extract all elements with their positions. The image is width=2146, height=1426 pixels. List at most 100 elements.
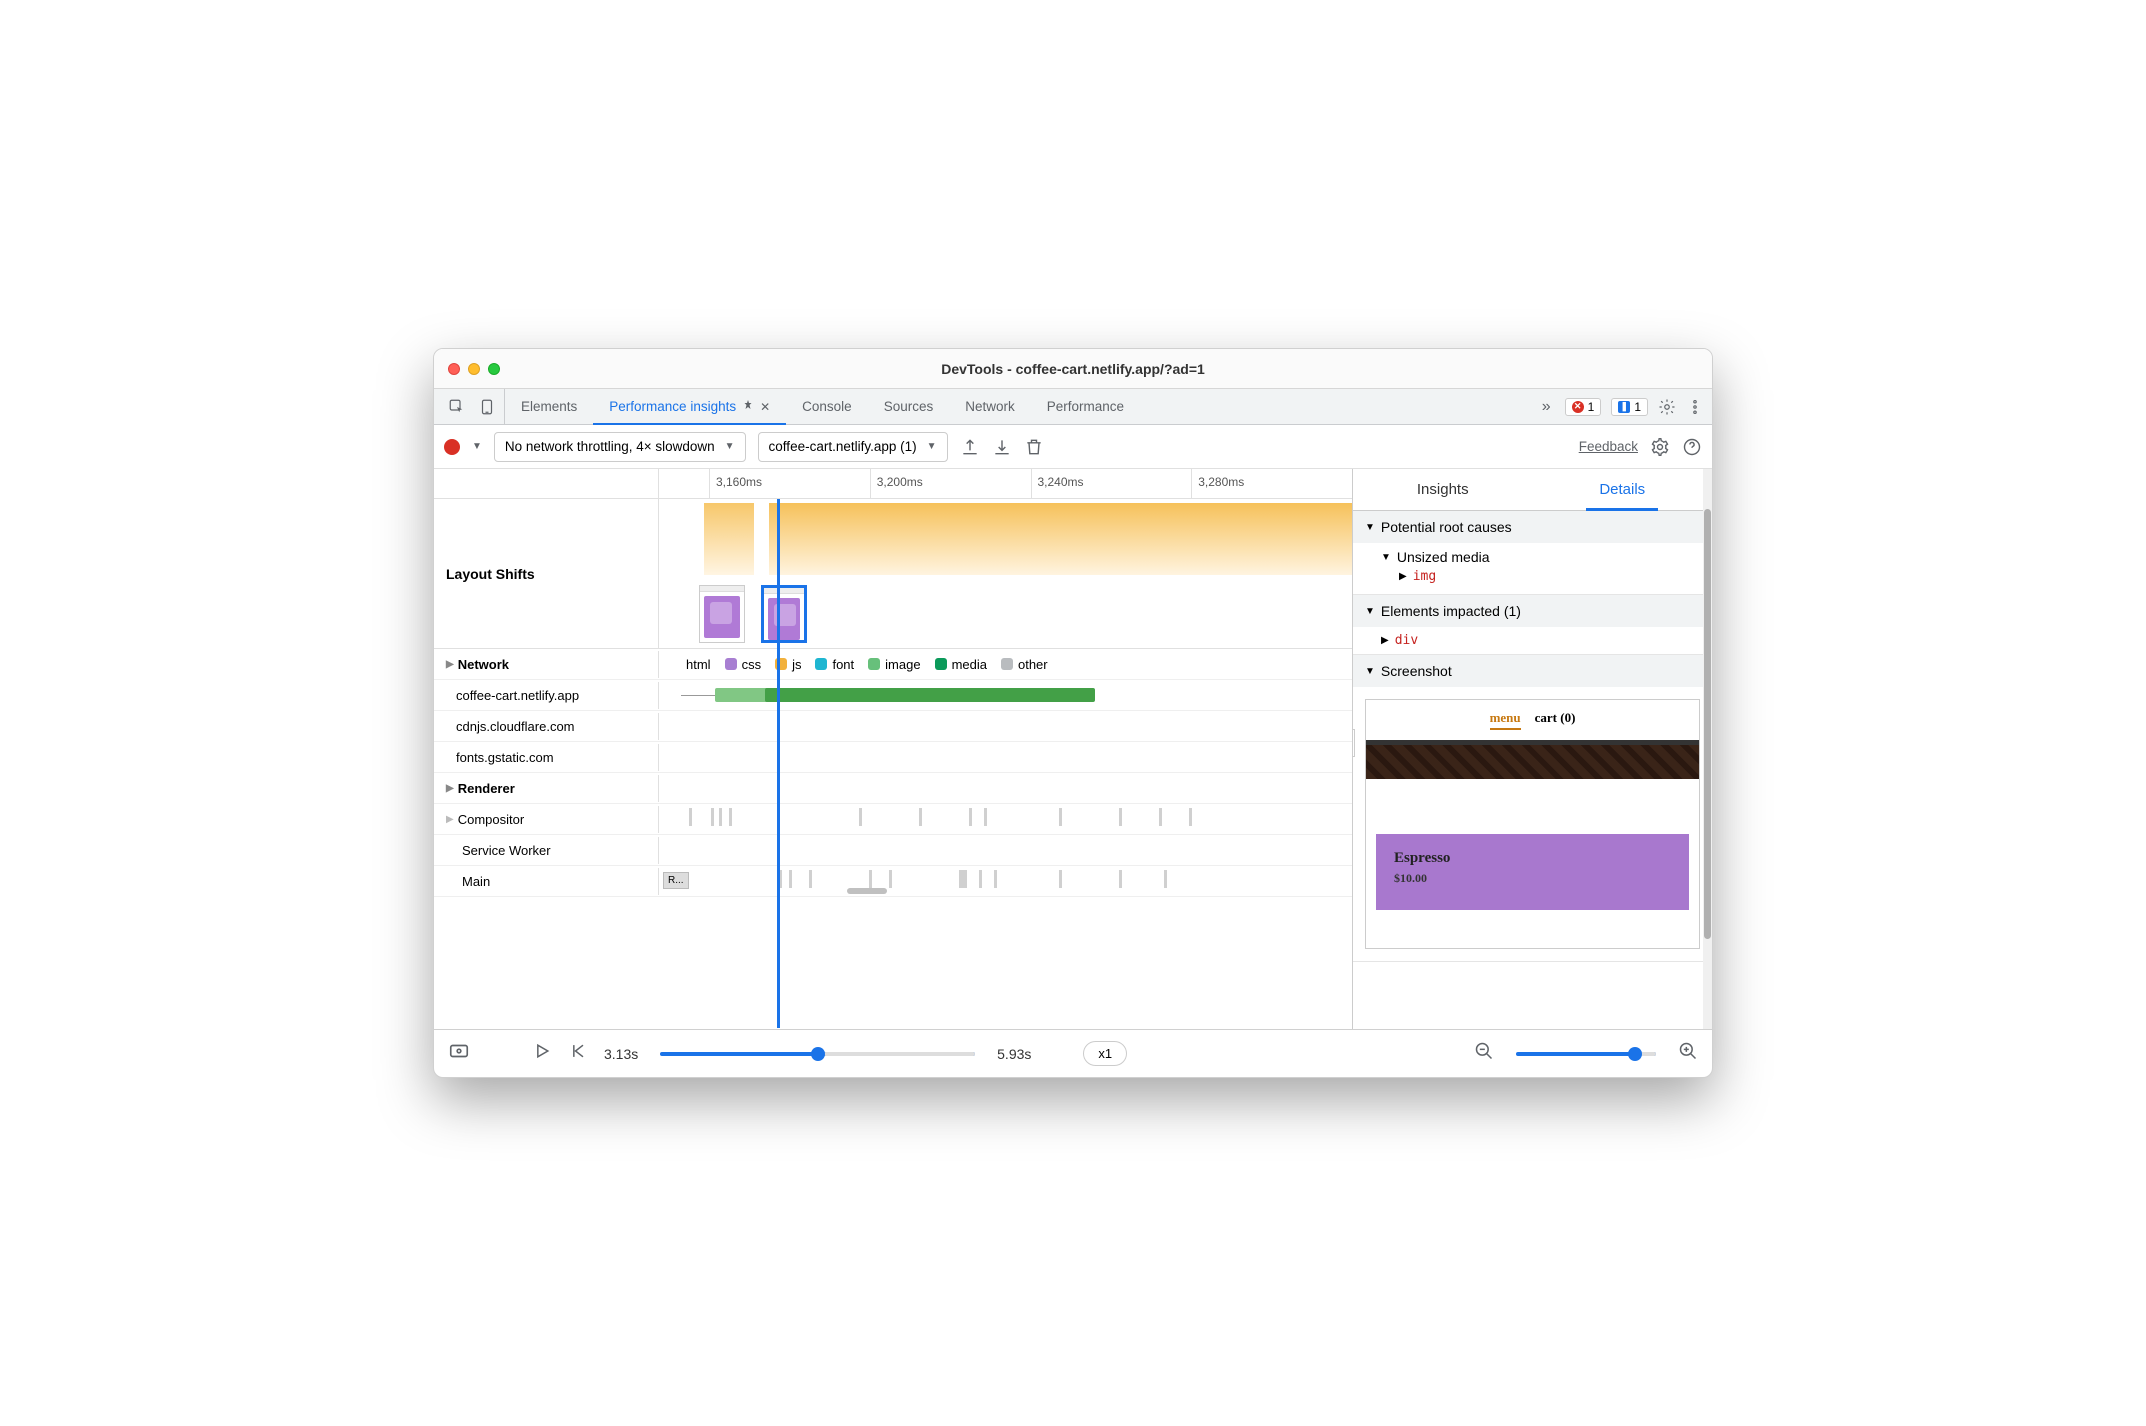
request-bar[interactable] <box>765 688 1095 702</box>
swatch-media <box>935 658 947 670</box>
zoom-window-button[interactable] <box>488 363 500 375</box>
cause-label[interactable]: Unsized media <box>1397 549 1490 565</box>
section-label: Network <box>458 657 509 672</box>
row-layout-shifts: Layout Shifts <box>434 499 1352 649</box>
cls-region <box>704 503 754 575</box>
tab-performance[interactable]: Performance <box>1031 389 1140 424</box>
tab-elements[interactable]: Elements <box>505 389 593 424</box>
section-network[interactable]: ▶Network html css js font image media ot… <box>434 649 1352 680</box>
close-window-button[interactable] <box>448 363 460 375</box>
tab-insights[interactable]: Insights <box>1353 469 1533 510</box>
close-tab-icon[interactable]: ✕ <box>760 400 770 414</box>
element-link[interactable]: img <box>1413 569 1436 584</box>
main-content: 3,160ms 3,200ms 3,240ms 3,280ms Layout S… <box>434 469 1712 1029</box>
timeline-pane: 3,160ms 3,200ms 3,240ms 3,280ms Layout S… <box>434 469 1352 1029</box>
tick-label: 3,160ms <box>716 475 762 489</box>
titlebar: DevTools - coffee-cart.netlify.app/?ad=1 <box>434 349 1712 389</box>
host-label: coffee-cart.netlify.app <box>456 688 579 703</box>
network-track[interactable] <box>659 680 1352 710</box>
help-icon[interactable] <box>1682 437 1702 457</box>
messages-badge[interactable]: ❚1 <box>1611 398 1648 416</box>
swatch-font <box>815 658 827 670</box>
chevron-right-icon: ▶ <box>1381 635 1389 646</box>
target-value: coffee-cart.netlify.app (1) <box>769 439 917 454</box>
row-compositor: ▶Compositor <box>434 804 1352 835</box>
tab-network[interactable]: Network <box>949 389 1031 424</box>
tab-label: Network <box>965 399 1015 414</box>
section-renderer[interactable]: ▶Renderer <box>434 773 1352 804</box>
tab-details[interactable]: Details <box>1533 469 1713 510</box>
minimize-window-button[interactable] <box>468 363 480 375</box>
record-button[interactable] <box>444 439 460 455</box>
swatch-other <box>1001 658 1013 670</box>
task-block[interactable]: R... <box>663 872 689 889</box>
zoom-in-icon[interactable] <box>1678 1041 1698 1066</box>
errors-badge[interactable]: ✕1 <box>1565 398 1602 416</box>
network-host-row: fonts.gstatic.com <box>434 742 1352 773</box>
legend-label: font <box>832 657 854 672</box>
export-icon[interactable] <box>960 437 980 457</box>
settings-icon[interactable] <box>1658 398 1676 416</box>
swatch-html <box>669 658 681 670</box>
accordion-screenshot: ▼Screenshot menu cart (0) Espresso $10.0… <box>1353 655 1712 962</box>
preview-hero-image <box>1366 745 1699 779</box>
traffic-lights <box>448 363 500 375</box>
import-icon[interactable] <box>992 437 1012 457</box>
throttling-select[interactable]: No network throttling, 4× slowdown▼ <box>494 432 746 462</box>
main-track[interactable]: R... <box>659 866 1352 896</box>
layout-shift-thumbnail[interactable] <box>699 585 745 643</box>
chevron-right-icon: ▶ <box>1399 571 1407 582</box>
time-slider[interactable] <box>660 1052 975 1056</box>
swatch-js <box>775 658 787 670</box>
tab-label: Console <box>802 399 852 414</box>
accordion-header[interactable]: ▼ Potential root causes <box>1353 511 1712 543</box>
tab-sources[interactable]: Sources <box>868 389 950 424</box>
element-link[interactable]: div <box>1395 633 1418 648</box>
vertical-scrollbar[interactable] <box>1703 469 1712 1029</box>
window-title: DevTools - coffee-cart.netlify.app/?ad=1 <box>941 361 1205 377</box>
horizontal-scrollbar[interactable] <box>847 888 887 894</box>
delete-icon[interactable] <box>1024 437 1044 457</box>
zoom-slider[interactable] <box>1516 1052 1656 1056</box>
product-price: $10.00 <box>1394 871 1671 886</box>
toggle-screenshots-icon[interactable] <box>448 1040 470 1067</box>
accordion-root-causes: ▼ Potential root causes ▼ Unsized media ▶ i… <box>1353 511 1712 595</box>
time-start: 3.13s <box>604 1046 638 1062</box>
tab-console[interactable]: Console <box>786 389 868 424</box>
row-main: Main R... <box>434 866 1352 897</box>
row-label: Layout Shifts <box>434 499 659 648</box>
play-icon[interactable] <box>532 1041 552 1066</box>
collapse-sidebar-icon[interactable]: › <box>1352 729 1355 757</box>
layout-shift-thumbnail-selected[interactable] <box>761 585 807 643</box>
feedback-link[interactable]: Feedback <box>1579 439 1638 454</box>
tabs-overflow-icon[interactable]: » <box>1538 398 1555 416</box>
accordion-title: Potential root causes <box>1381 519 1512 535</box>
target-select[interactable]: coffee-cart.netlify.app (1)▼ <box>758 432 948 462</box>
time-end: 5.93s <box>997 1046 1031 1062</box>
more-icon[interactable] <box>1686 398 1704 416</box>
tick-label: 3,280ms <box>1198 475 1244 489</box>
chevron-down-icon: ▼ <box>1381 552 1391 563</box>
insights-toolbar: ▼ No network throttling, 4× slowdown▼ co… <box>434 425 1712 469</box>
device-toolbar-icon[interactable] <box>478 398 496 416</box>
compositor-track[interactable] <box>659 804 1352 834</box>
layout-shifts-track[interactable] <box>659 499 1352 648</box>
errors-count: 1 <box>1588 400 1595 414</box>
speed-pill[interactable]: x1 <box>1083 1041 1127 1066</box>
playback-footer: 3.13s 5.93s x1 <box>434 1029 1712 1077</box>
accordion-elements-impacted: ▼Elements impacted (1) ▶ div <box>1353 595 1712 655</box>
row-label: Compositor <box>458 812 524 827</box>
screenshot-preview: menu cart (0) Espresso $10.00 <box>1365 699 1700 949</box>
accordion-header[interactable]: ▼Screenshot <box>1353 655 1712 687</box>
zoom-out-icon[interactable] <box>1474 1041 1494 1066</box>
tab-performance-insights[interactable]: Performance insights ✕ <box>593 389 786 424</box>
record-menu-caret[interactable]: ▼ <box>472 441 482 452</box>
legend-label: image <box>885 657 920 672</box>
inspect-element-icon[interactable] <box>448 398 466 416</box>
tab-label: Performance insights <box>609 399 736 414</box>
legend-label: media <box>952 657 987 672</box>
accordion-header[interactable]: ▼Elements impacted (1) <box>1353 595 1712 627</box>
settings-cog-icon[interactable] <box>1650 437 1670 457</box>
jump-start-icon[interactable] <box>568 1041 588 1066</box>
chevron-down-icon: ▼ <box>1365 522 1375 533</box>
